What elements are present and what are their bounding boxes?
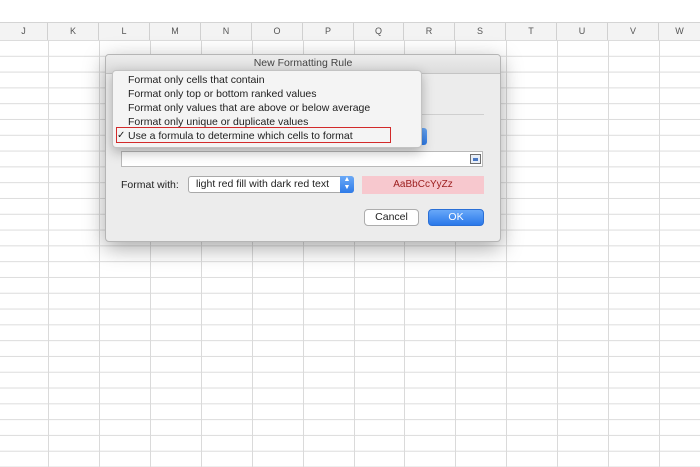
column-header-m[interactable]: M xyxy=(150,23,201,40)
column-header-v[interactable]: V xyxy=(608,23,659,40)
column-header-o[interactable]: O xyxy=(252,23,303,40)
grid-line xyxy=(506,40,507,467)
column-header-w[interactable]: W xyxy=(659,23,700,40)
grid-line xyxy=(608,40,609,467)
column-header-q[interactable]: Q xyxy=(354,23,404,40)
menu-item-above-below-average[interactable]: Format only values that are above or bel… xyxy=(128,101,370,115)
cancel-button[interactable]: Cancel xyxy=(364,209,419,226)
grid-line xyxy=(99,40,100,467)
grid-line xyxy=(557,40,558,467)
menu-item-top-bottom-ranked[interactable]: Format only top or bottom ranked values xyxy=(128,87,317,101)
column-header-s[interactable]: S xyxy=(455,23,506,40)
column-header-j[interactable]: J xyxy=(0,23,48,40)
highlight-annotation xyxy=(116,127,391,143)
formula-input[interactable] xyxy=(121,151,483,167)
chevron-up-down-icon: ▲ ▼ xyxy=(340,176,354,193)
grid-line xyxy=(48,40,49,467)
format-with-label: Format with: xyxy=(121,179,179,191)
range-selector-icon[interactable] xyxy=(470,154,481,164)
column-header-l[interactable]: L xyxy=(99,23,150,40)
column-header-k[interactable]: K xyxy=(48,23,99,40)
column-header-row: J K L M N O P Q R S T U V W xyxy=(0,22,700,41)
format-style-select[interactable]: light red fill with dark red text ▲ ▼ xyxy=(188,176,354,193)
column-header-r[interactable]: R xyxy=(404,23,455,40)
column-header-u[interactable]: U xyxy=(557,23,608,40)
column-header-t[interactable]: T xyxy=(506,23,557,40)
menu-item-cells-that-contain[interactable]: Format only cells that contain xyxy=(128,73,265,87)
dialog-title: New Formatting Rule xyxy=(253,57,353,69)
column-header-n[interactable]: N xyxy=(201,23,252,40)
format-style-value: light red fill with dark red text xyxy=(196,178,330,190)
toolbar-area xyxy=(0,0,700,22)
grid-line xyxy=(659,40,660,467)
ok-button[interactable]: OK xyxy=(428,209,484,226)
format-preview: AaBbCcYyZz xyxy=(362,176,484,194)
column-header-p[interactable]: P xyxy=(303,23,354,40)
